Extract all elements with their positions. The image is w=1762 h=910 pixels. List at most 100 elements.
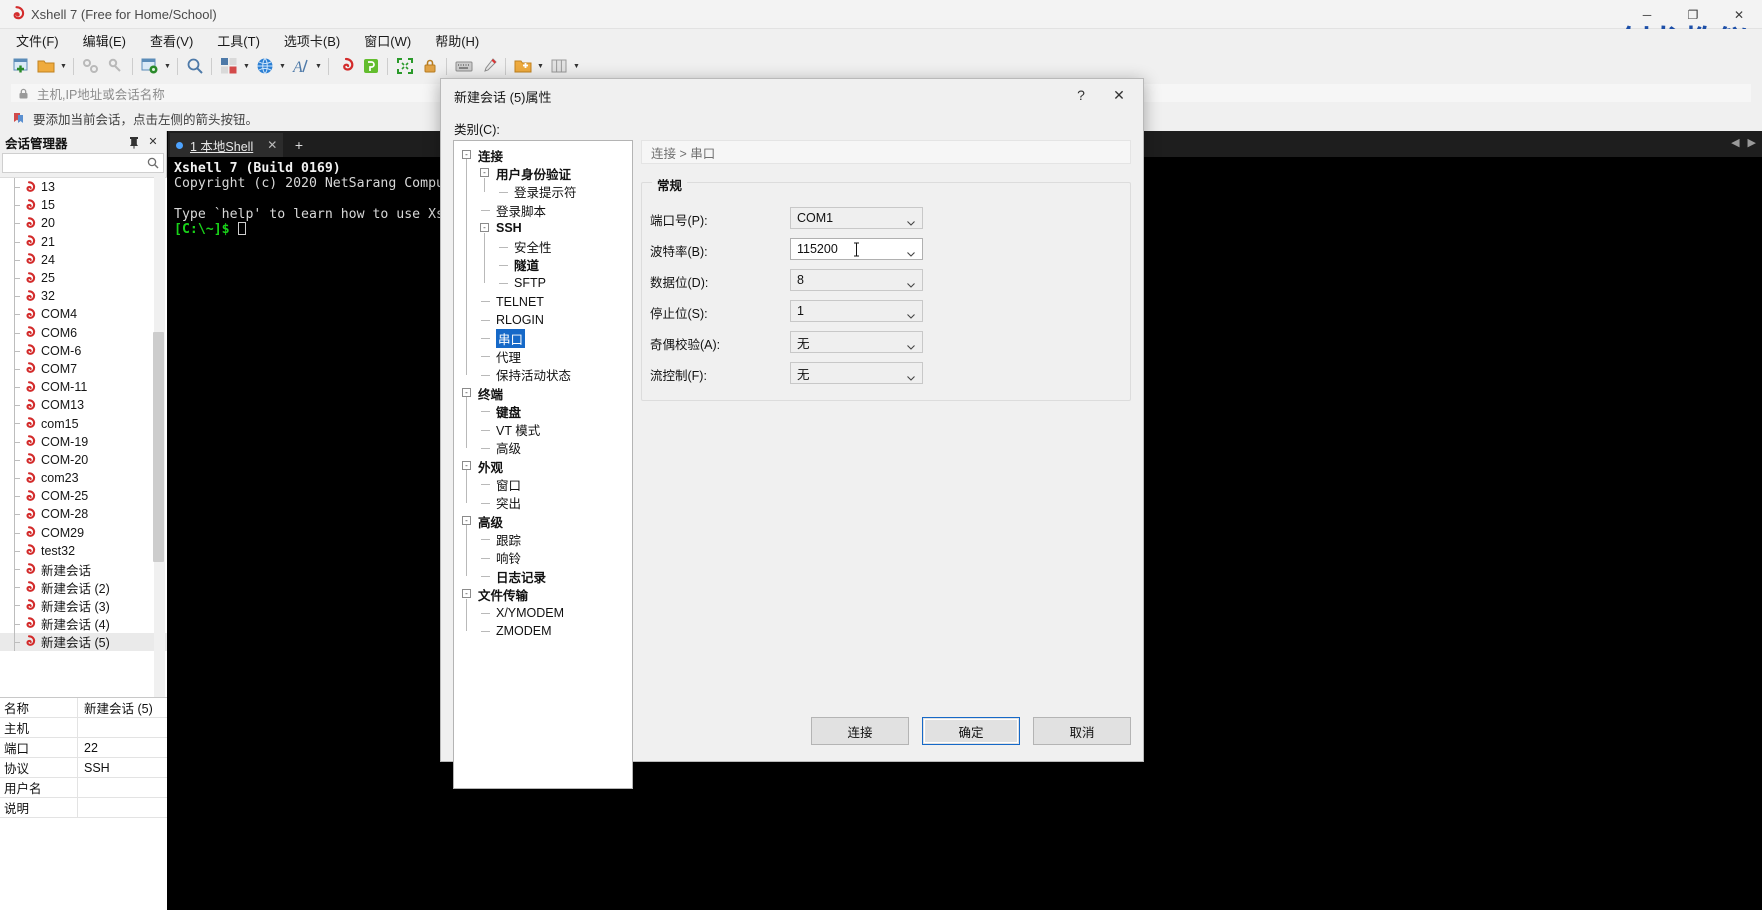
scrollbar-thumb[interactable] [153, 332, 164, 562]
session-list-item[interactable]: COM13 [0, 396, 167, 415]
field-combobox[interactable]: 无 [790, 331, 923, 353]
session-list-item[interactable]: 13 [0, 178, 167, 197]
close-panel-icon[interactable]: ✕ [146, 134, 160, 148]
session-list-item[interactable]: COM7 [0, 359, 167, 379]
category-tree-item[interactable]: - 连接 [454, 146, 632, 164]
menu-file[interactable]: 文件(F) [14, 29, 69, 52]
ok-button[interactable]: 确定 [922, 717, 1020, 745]
category-tree-item[interactable]: - SSH [454, 219, 632, 237]
tab-scroll-right-icon[interactable]: ▶ [1748, 136, 1756, 149]
category-tree-item[interactable]: - 高级 [454, 512, 632, 530]
tab-local-shell[interactable]: 1 本地Shell ✕ [170, 133, 284, 157]
session-list-item[interactable]: 20 [0, 214, 167, 233]
menu-edit[interactable]: 编辑(E) [81, 29, 136, 52]
menu-window[interactable]: 窗口(W) [362, 29, 421, 52]
field-combobox[interactable]: 115200 [790, 238, 923, 260]
menu-tools[interactable]: 工具(T) [215, 29, 270, 52]
chevron-down-icon[interactable]: ▼ [58, 54, 69, 78]
category-tree-item[interactable]: 隧道 [454, 256, 632, 274]
session-list-item[interactable]: 32 [0, 287, 167, 306]
chevron-down-icon[interactable]: ▼ [277, 54, 288, 78]
category-tree-item[interactable]: 跟踪 [454, 530, 632, 548]
globe-icon[interactable] [252, 54, 277, 78]
session-list-item[interactable]: COM-6 [0, 341, 167, 360]
tree-expander-icon[interactable]: - [480, 168, 489, 178]
session-list-item[interactable]: 新建会话 (4) [0, 614, 167, 633]
session-list-item[interactable]: 新建会话 (3) [0, 596, 167, 615]
category-tree-item[interactable]: 键盘 [454, 402, 632, 420]
category-tree-item[interactable]: 保持活动状态 [454, 366, 632, 384]
pin-icon[interactable] [127, 135, 140, 149]
chevron-down-icon[interactable] [907, 308, 915, 319]
add-folder-icon[interactable] [510, 54, 535, 78]
tree-expander-icon[interactable]: - [462, 589, 471, 599]
category-tree-item[interactable]: - 终端 [454, 384, 632, 402]
reconnect-icon[interactable] [103, 54, 128, 78]
session-list-item[interactable]: 21 [0, 232, 167, 251]
menu-tabs[interactable]: 选项卡(B) [282, 29, 350, 52]
close-dialog-button[interactable]: ✕ [1103, 82, 1135, 108]
category-tree-item[interactable]: 日志记录 [454, 567, 632, 585]
menu-help[interactable]: 帮助(H) [433, 29, 489, 52]
layout-icon[interactable] [216, 54, 241, 78]
session-list-item[interactable]: 15 [0, 196, 167, 215]
cancel-button[interactable]: 取消 [1033, 717, 1131, 745]
category-tree-item[interactable]: 响铃 [454, 549, 632, 567]
find-icon[interactable] [182, 54, 207, 78]
session-list-item[interactable]: COM-19 [0, 432, 167, 451]
session-list-item[interactable]: COM-11 [0, 378, 167, 397]
help-icon[interactable]: ? [1067, 82, 1095, 108]
category-tree-item[interactable]: TELNET [454, 292, 632, 310]
session-list-item[interactable]: com15 [0, 414, 167, 433]
menu-view[interactable]: 查看(V) [148, 29, 203, 52]
category-tree[interactable]: - 连接 - 用户身份验证 登录提示符 登录脚本 - SSH 安全性 隧道 SFTP TELNET RL… [453, 140, 633, 789]
session-properties-icon[interactable] [137, 54, 162, 78]
chevron-down-icon[interactable] [907, 215, 915, 226]
lock-icon[interactable] [417, 54, 442, 78]
font-icon[interactable]: A [288, 54, 313, 78]
chevron-down-icon[interactable]: ▼ [535, 54, 546, 78]
connect-button[interactable]: 连接 [811, 717, 909, 745]
field-combobox[interactable]: 1 [790, 300, 923, 322]
tree-expander-icon[interactable]: - [462, 150, 471, 159]
keyboard-icon[interactable] [451, 54, 476, 78]
category-tree-item[interactable]: 高级 [454, 439, 632, 457]
category-tree-item[interactable]: RLOGIN [454, 311, 632, 329]
session-list-item[interactable]: COM-28 [0, 505, 167, 524]
session-list-item[interactable]: 25 [0, 268, 167, 288]
session-list-item[interactable]: 新建会话 (5) [0, 632, 167, 651]
session-list-item[interactable]: com23 [0, 469, 167, 488]
tab-scroll-left-icon[interactable]: ◀ [1731, 136, 1739, 149]
close-tab-icon[interactable]: ✕ [267, 138, 277, 152]
chevron-down-icon[interactable]: ▼ [313, 54, 324, 78]
chevron-down-icon[interactable]: ▼ [241, 54, 252, 78]
category-tree-item[interactable]: 串口 [454, 328, 632, 348]
chevron-down-icon[interactable] [907, 277, 915, 288]
columns-icon[interactable] [546, 54, 571, 78]
category-tree-item[interactable]: 安全性 [454, 238, 632, 256]
chevron-down-icon[interactable] [907, 370, 915, 381]
xshell-logo-icon[interactable] [333, 54, 358, 78]
session-list-item[interactable]: test32 [0, 541, 167, 560]
session-list-item[interactable]: COM-25 [0, 487, 167, 506]
field-combobox[interactable]: 8 [790, 269, 923, 291]
session-search-input[interactable] [2, 153, 164, 173]
category-tree-item[interactable]: - 外观 [454, 457, 632, 475]
session-list[interactable]: 13 15 20 21 24 25 32 COM4 COM6 COM-6 COM7 COM-11 COM… [0, 177, 167, 697]
category-tree-item[interactable]: 突出 [454, 494, 632, 512]
session-list-item[interactable]: 新建会话 [0, 559, 167, 579]
new-tab-button[interactable]: + [288, 133, 310, 157]
chevron-down-icon[interactable] [907, 339, 915, 350]
category-tree-item[interactable]: X/YMODEM [454, 604, 632, 622]
fullscreen-icon[interactable] [392, 54, 417, 78]
chevron-down-icon[interactable]: ▼ [571, 54, 582, 78]
tree-expander-icon[interactable]: - [462, 387, 471, 397]
field-combobox[interactable]: 无 [790, 362, 923, 384]
category-tree-item[interactable]: ZMODEM [454, 622, 632, 640]
category-tree-item[interactable]: 窗口 [454, 475, 632, 493]
session-list-scrollbar[interactable] [153, 177, 165, 697]
session-list-item[interactable]: COM-20 [0, 450, 167, 469]
disconnect-icon[interactable] [78, 54, 103, 78]
session-list-item[interactable]: COM29 [0, 523, 167, 542]
session-list-item[interactable]: 新建会话 (2) [0, 578, 167, 597]
